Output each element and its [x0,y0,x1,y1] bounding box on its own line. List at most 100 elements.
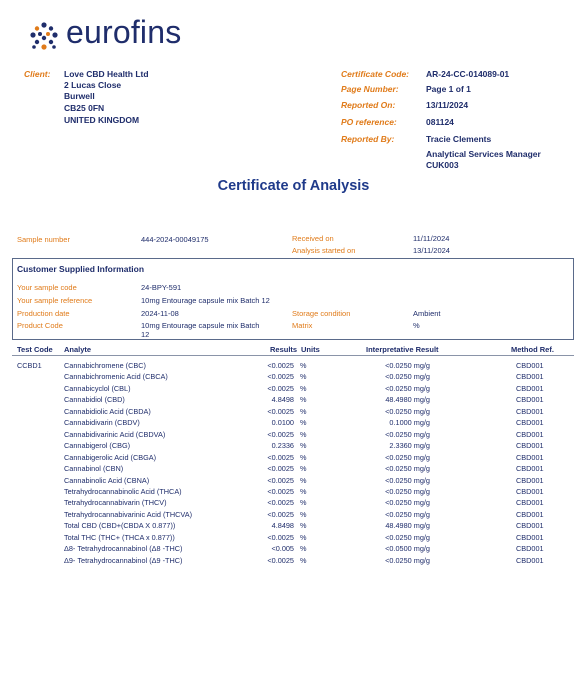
col-header-method-ref: Method Ref. [511,345,554,354]
table-header-rule [12,355,574,356]
eurofins-logo-text: eurofins [66,14,182,50]
result-cell: <0.0025 [267,532,294,542]
result-cell: <0.0025 [267,464,294,474]
client-label: Client: [24,69,51,79]
interpretative-result-cell: <0.0250 mg/g [385,452,430,462]
storage-condition-value: Ambient [413,309,441,318]
storage-condition-label: Storage condition [292,309,351,318]
analyte-cell: Tetrahydrocannabivarin (THCV) [64,498,167,508]
result-cell: 4.8498 [271,521,294,531]
interpretative-result-cell: <0.0250 mg/g [385,498,430,508]
analysis-started-label: Analysis started on [292,246,356,255]
page-number-label: Page Number: [341,84,399,94]
analyte-cell: Total CBD (CBD+(CBDA X 0.877)) [64,521,176,531]
interpretative-result-cell: 2.3360 mg/g [389,441,430,451]
document-title: Certificate of Analysis [217,178,370,194]
interpretative-result-cell: <0.0250 mg/g [385,406,430,416]
unit-cell: % [300,509,307,519]
interpretative-result-cell: 48.4980 mg/g [385,521,430,531]
unit-cell: % [300,452,307,462]
unit-cell: % [300,441,307,451]
method-ref-cell: CBD001 [516,372,544,382]
interpretative-result-cell: <0.0500 mg/g [385,544,430,554]
certificate-code-value: AR-24-CC-014089-01 [426,69,510,79]
interpretative-result-cell: <0.0250 mg/g [385,429,430,439]
analyte-cell: Cannabicyclol (CBL) [64,383,131,393]
matrix-value: % [413,321,420,330]
unit-cell: % [300,486,307,496]
col-header-units: Units [301,345,320,354]
analyte-cell: Cannabinolic Acid (CBNA) [64,475,150,485]
product-code-value-line2: 12 [141,330,150,339]
method-ref-cell: CBD001 [516,452,544,462]
interpretative-result-cell: <0.0250 mg/g [385,509,430,519]
result-cell: 0.2336 [271,441,294,451]
analysis-started-value: 13/11/2024 [413,246,450,255]
col-header-test-code: Test Code [17,345,53,354]
method-ref-cell: CBD001 [516,475,544,485]
method-ref-cell: CBD001 [516,406,544,416]
po-reference-label: PO reference: [341,117,397,127]
analyte-cell: Cannabigerol (CBG) [64,441,131,451]
interpretative-result-cell: 48.4980 mg/g [385,395,430,405]
method-ref-cell: CBD001 [516,429,544,439]
client-address-2: Burwell [64,91,95,101]
result-cell: <0.0025 [267,452,294,462]
sample-number-value: 444-2024-00049175 [141,235,209,244]
product-code-label: Product Code [17,321,63,330]
col-header-interpretative-result: Interpretative Result [366,345,439,354]
reported-on-label: Reported On: [341,100,396,110]
reported-by-title: Analytical Services Manager [426,149,541,159]
method-ref-cell: CBD001 [516,361,544,370]
unit-cell: % [300,532,307,542]
client-country: UNITED KINGDOM [64,115,140,125]
test-code-value: CCBD1 [17,361,42,370]
result-cell: <0.0025 [267,509,294,519]
result-cell: <0.0025 [267,555,294,565]
method-ref-cell: CBD001 [516,555,544,565]
method-ref-cell: CBD001 [516,509,544,519]
analyte-cell: Cannabichromenic Acid (CBCA) [64,372,168,382]
matrix-label: Matrix [292,321,313,330]
analyte-cell: Cannabinol (CBN) [64,464,124,474]
method-ref-cell: CBD001 [516,521,544,531]
result-cell: 0.0100 [271,418,294,428]
unit-cell: % [300,406,307,416]
client-postcode: CB25 0FN [64,103,105,113]
method-ref-cell: CBD001 [516,544,544,554]
method-ref-cell: CBD001 [516,486,544,496]
col-header-results: Results [270,345,298,354]
unit-cell: % [300,555,307,565]
reported-by-value: Tracie Clements [426,134,492,144]
customer-info-title: Customer Supplied Information [17,264,145,274]
analyte-cell: Δ9- Tetrahydrocannabinol (Δ9 -THC) [64,555,183,565]
interpretative-result-cell: 0.1000 mg/g [389,418,430,428]
method-ref-cell: CBD001 [516,383,544,393]
interpretative-result-cell: <0.0250 mg/g [385,372,430,382]
unit-cell: % [300,521,307,531]
interpretative-result-cell: <0.0250 mg/g [385,464,430,474]
analyte-cell: Cannabidiolic Acid (CBDA) [64,406,151,416]
method-ref-cell: CBD001 [516,395,544,405]
sample-reference-value: 10mg Entourage capsule mix Batch 12 [141,296,270,305]
eurofins-logo-icon [30,22,58,50]
interpretative-result-cell: <0.0250 mg/g [385,383,430,393]
interpretative-result-cell: <0.0250 mg/g [385,486,430,496]
reported-by-label: Reported By: [341,134,395,144]
unit-cell: % [300,418,307,428]
certificate-code-label: Certificate Code: [341,69,410,79]
method-ref-cell: CBD001 [516,498,544,508]
page-number-value: Page 1 of 1 [426,84,471,94]
analyte-cell: Total THC (THC+ (THCA x 0.877)) [64,532,175,542]
sample-code-label: Your sample code [17,283,77,292]
result-cell: <0.0025 [267,383,294,393]
production-date-value: 2024-11-08 [141,309,179,318]
unit-cell: % [300,498,307,508]
result-cell: <0.005 [271,544,294,554]
interpretative-result-cell: <0.0250 mg/g [385,475,430,485]
unit-cell: % [300,429,307,439]
analyte-cell: Tetrahydrocannabivarinic Acid (THCVA) [64,509,193,519]
analyte-cell: Cannabidivarin (CBDV) [64,418,140,428]
received-on-value: 11/11/2024 [413,234,450,243]
unit-cell: % [300,464,307,474]
